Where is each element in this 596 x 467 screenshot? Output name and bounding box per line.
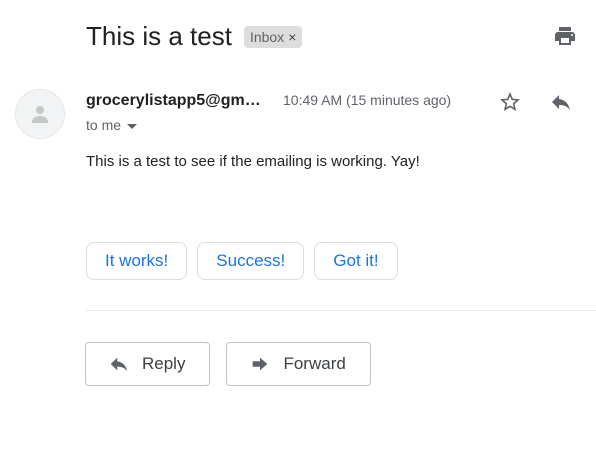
reply-icon[interactable]: [549, 90, 573, 114]
sender-name[interactable]: grocerylistapp5@gm…: [86, 92, 261, 110]
reply-arrow-icon: [110, 357, 128, 372]
forward-arrow-icon: [253, 357, 268, 371]
smart-reply-success[interactable]: Success!: [197, 242, 305, 280]
sender-avatar[interactable]: [15, 89, 65, 139]
reply-button[interactable]: Reply: [85, 342, 211, 386]
recipients-toggle[interactable]: to me: [86, 117, 138, 133]
forward-button[interactable]: Forward: [226, 342, 371, 386]
divider: [86, 310, 596, 311]
chevron-down-icon: [127, 123, 138, 129]
smart-replies: It works! Success! Got it!: [86, 242, 398, 280]
remove-label-icon[interactable]: ×: [288, 27, 296, 47]
print-icon[interactable]: [553, 24, 577, 48]
recipients-text: to me: [86, 117, 122, 133]
message-body: This is a test to see if the emailing is…: [86, 153, 420, 170]
person-icon: [32, 106, 48, 123]
message-actions: Reply Forward: [85, 342, 371, 386]
subject-row: This is a test Inbox ×: [86, 18, 303, 54]
message-timestamp: 10:49 AM (15 minutes ago): [283, 92, 452, 108]
smart-reply-got-it[interactable]: Got it!: [314, 242, 398, 280]
inbox-label-text: Inbox: [249, 29, 285, 45]
smart-reply-it-works[interactable]: It works!: [86, 242, 188, 280]
star-icon[interactable]: [498, 90, 522, 114]
inbox-label-chip[interactable]: Inbox ×: [243, 26, 303, 48]
email-view: This is a test Inbox × grocerylistapp5@g…: [0, 0, 596, 467]
forward-button-label: Forward: [283, 354, 346, 373]
email-subject: This is a test: [86, 21, 232, 51]
reply-button-label: Reply: [142, 354, 186, 373]
